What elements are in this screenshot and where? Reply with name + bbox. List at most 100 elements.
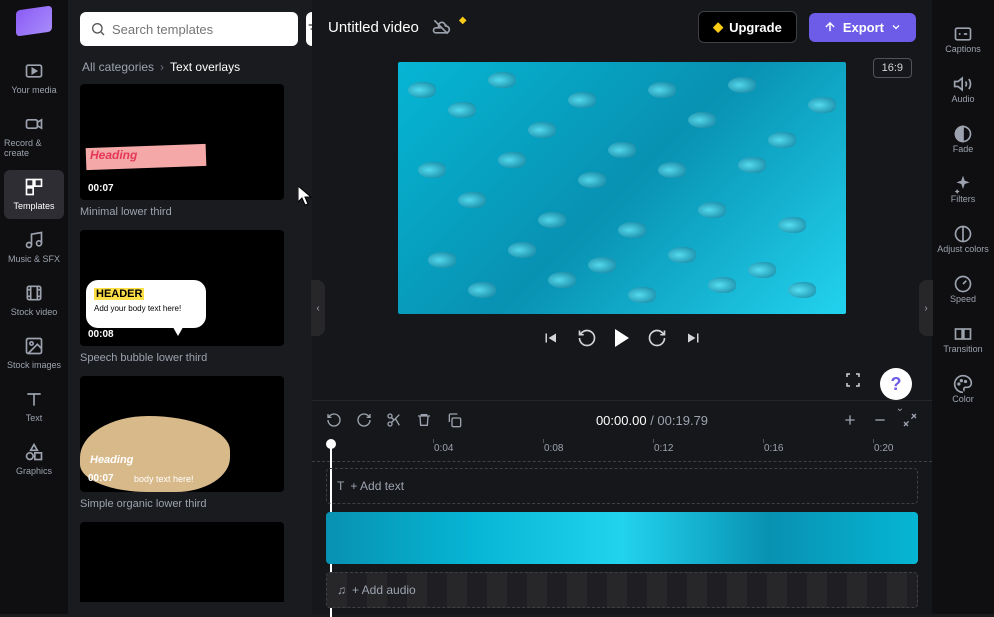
rnav-label: Audio <box>951 94 974 104</box>
nav-record-create[interactable]: Record & create <box>4 107 64 166</box>
template-card[interactable]: Heading 00:07 body text here! Simple org… <box>80 376 300 510</box>
nav-your-media[interactable]: Your media <box>4 54 64 103</box>
template-duration: 00:07 <box>88 183 114 194</box>
template-label: Simple organic lower third <box>80 498 300 510</box>
template-list: Heading 00:07 Minimal lower third HEADER… <box>80 84 300 602</box>
templates-icon <box>24 178 44 198</box>
rnav-filters[interactable]: Filters <box>935 164 991 214</box>
play-button[interactable] <box>615 329 629 347</box>
audio-track[interactable]: ♫ + Add audio <box>326 572 918 608</box>
nav-label: Templates <box>13 201 54 211</box>
breadcrumb: All categories › Text overlays <box>82 60 298 74</box>
nav-label: Your media <box>11 85 56 95</box>
template-label: Speech bubble lower third <box>80 352 300 364</box>
timeline-time: 00:00.00 / 00:19.79 <box>476 413 828 428</box>
upgrade-button[interactable]: ◆ Upgrade <box>698 11 797 43</box>
skip-start-button[interactable] <box>541 329 559 347</box>
nav-music-sfx[interactable]: Music & SFX <box>4 223 64 272</box>
rewind-button[interactable] <box>577 328 597 348</box>
rnav-label: Adjust colors <box>937 244 989 254</box>
cloud-sync-icon[interactable] <box>431 17 451 37</box>
rnav-audio[interactable]: Audio <box>935 64 991 114</box>
export-button[interactable]: Export <box>809 13 916 42</box>
video-track-clip[interactable] <box>326 512 918 564</box>
audio-track-label: + Add audio <box>352 583 416 597</box>
template-thumbnail <box>80 522 284 602</box>
aspect-ratio-selector[interactable]: 16:9 <box>873 58 912 78</box>
zoom-in-button[interactable] <box>842 412 858 428</box>
palette-icon <box>953 374 973 394</box>
template-label: Minimal lower third <box>80 206 300 218</box>
search-input[interactable] <box>112 22 288 37</box>
chevron-down-icon: ⌄ <box>896 403 904 414</box>
camera-icon <box>24 115 44 135</box>
template-card[interactable]: HEADER Add your body text here! 00:08 Sp… <box>80 230 300 364</box>
template-heading: HEADER <box>94 288 144 300</box>
template-card[interactable] <box>80 522 300 602</box>
nav-text[interactable]: Text <box>4 382 64 431</box>
film-icon <box>24 284 44 304</box>
breadcrumb-root[interactable]: All categories <box>82 60 154 74</box>
music-icon <box>24 231 44 251</box>
nav-templates[interactable]: Templates <box>4 170 64 219</box>
duplicate-button[interactable] <box>446 412 462 428</box>
template-card[interactable]: Heading 00:07 Minimal lower third <box>80 84 300 218</box>
sparkle-icon <box>953 174 973 194</box>
timeline-toolbar: 00:00.00 / 00:19.79 <box>312 401 932 439</box>
right-nav: Captions Audio Fade Filters Adjust color… <box>932 0 994 614</box>
template-body: body text here! <box>134 474 194 484</box>
rnav-adjust-colors[interactable]: Adjust colors <box>935 214 991 264</box>
app-logo <box>16 5 52 36</box>
text-icon <box>24 390 44 410</box>
split-button[interactable] <box>386 412 402 428</box>
chevron-right-icon: › <box>160 60 164 74</box>
ruler-tick: 0:12 <box>654 443 673 454</box>
text-track-label: + Add text <box>350 479 404 493</box>
rnav-transition[interactable]: Transition <box>935 314 991 364</box>
search-row <box>80 12 300 46</box>
forward-button[interactable] <box>647 328 667 348</box>
rnav-label: Speed <box>950 294 976 304</box>
rnav-captions[interactable]: Captions <box>935 14 991 64</box>
redo-button[interactable] <box>356 412 372 428</box>
rnav-speed[interactable]: Speed <box>935 264 991 314</box>
nav-label: Graphics <box>16 466 52 476</box>
text-track[interactable]: T + Add text <box>326 468 918 504</box>
gauge-icon <box>953 274 973 294</box>
undo-button[interactable] <box>326 412 342 428</box>
playhead[interactable] <box>326 439 336 449</box>
nav-graphics[interactable]: Graphics <box>4 435 64 484</box>
fullscreen-button[interactable] <box>844 371 862 394</box>
rnav-label: Color <box>952 394 974 404</box>
premium-indicator-icon: ◆ <box>459 15 467 26</box>
text-icon: T <box>337 479 344 493</box>
music-icon: ♫ <box>337 583 346 597</box>
timeline-ruler[interactable]: 0:04 0:08 0:12 0:16 0:20 <box>312 439 932 462</box>
ruler-tick: 0:20 <box>874 443 893 454</box>
project-title[interactable]: Untitled video <box>328 19 419 36</box>
skip-end-button[interactable] <box>685 329 703 347</box>
rnav-label: Fade <box>953 144 974 154</box>
total-duration: 00:19.79 <box>657 413 708 428</box>
nav-stock-images[interactable]: Stock images <box>4 329 64 378</box>
upgrade-label: Upgrade <box>729 20 782 35</box>
fade-icon <box>953 124 973 144</box>
template-duration: 00:07 <box>88 473 114 484</box>
search-box[interactable] <box>80 12 298 46</box>
ruler-tick: 0:04 <box>434 443 453 454</box>
timeline-tracks: T + Add text ♫ + Add audio <box>312 462 932 614</box>
rnav-color[interactable]: Color <box>935 364 991 414</box>
rnav-fade[interactable]: Fade <box>935 114 991 164</box>
delete-button[interactable] <box>416 412 432 428</box>
zoom-out-button[interactable] <box>872 412 888 428</box>
nav-stock-video[interactable]: Stock video <box>4 276 64 325</box>
top-bar: Untitled video ◆ ◆ Upgrade Export <box>312 0 932 54</box>
template-heading: Heading <box>90 454 133 466</box>
transition-icon <box>953 324 973 344</box>
preview-area: 16:9 ? ⌄ <box>312 54 932 400</box>
speaker-icon <box>953 74 973 94</box>
fit-timeline-button[interactable] <box>902 412 918 428</box>
help-button[interactable]: ? <box>880 368 912 400</box>
preview-canvas[interactable] <box>398 62 846 314</box>
upload-icon <box>823 20 837 34</box>
